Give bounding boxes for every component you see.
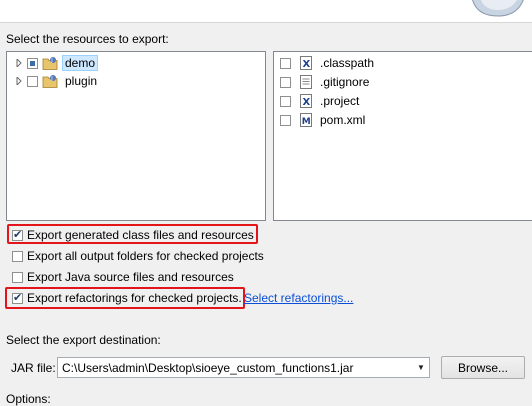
- file-checkbox[interactable]: [280, 76, 291, 88]
- export-source-checkbox[interactable]: [12, 271, 23, 283]
- export-class-files-option[interactable]: Export generated class files and resourc…: [12, 227, 254, 243]
- expand-arrow-icon[interactable]: [15, 59, 23, 67]
- list-item[interactable]: .gitignore: [280, 73, 372, 91]
- tree-item-plugin[interactable]: J plugin: [15, 72, 100, 90]
- svg-text:M: M: [302, 117, 311, 127]
- project-tree[interactable]: J demo J plugin: [6, 51, 266, 221]
- option-label: Export generated class files and resourc…: [27, 228, 254, 242]
- file-checkbox[interactable]: [280, 57, 291, 69]
- java-project-icon: J: [42, 75, 58, 88]
- browse-button-label: Browse...: [457, 360, 508, 375]
- export-source-option[interactable]: Export Java source files and resources: [12, 269, 234, 285]
- jar-path-value: C:\Users\admin\Desktop\sioeye_custom_fun…: [62, 360, 354, 375]
- text-file-icon: [300, 75, 312, 89]
- file-checkbox[interactable]: [280, 95, 291, 107]
- maven-pom-icon: M: [300, 113, 312, 127]
- option-label: Export all output folders for checked pr…: [27, 249, 264, 263]
- tree-item-label: demo: [62, 55, 99, 71]
- list-item[interactable]: X .classpath: [280, 54, 377, 72]
- svg-text:J: J: [50, 76, 52, 82]
- tree-item-label: plugin: [65, 74, 98, 88]
- export-refactorings-checkbox[interactable]: [12, 291, 23, 304]
- svg-text:X: X: [303, 97, 311, 108]
- file-label: .gitignore: [320, 75, 370, 89]
- jar-file-label: JAR file:: [11, 361, 56, 375]
- export-output-folders-option[interactable]: Export all output folders for checked pr…: [12, 248, 264, 264]
- select-refactorings-link[interactable]: Select refactorings...: [244, 291, 353, 305]
- java-project-icon: J: [42, 57, 58, 70]
- options-heading: Options:: [6, 392, 51, 406]
- svg-text:X: X: [303, 59, 311, 70]
- xml-file-icon: X: [300, 56, 312, 70]
- dropdown-arrow-icon[interactable]: ▼: [413, 363, 429, 372]
- wizard-banner-icon: [472, 0, 524, 17]
- file-label: .project: [320, 94, 360, 108]
- option-label: Export refactorings for checked projects…: [27, 291, 242, 305]
- tree-checkbox-demo[interactable]: [27, 57, 38, 69]
- file-label: pom.xml: [320, 113, 366, 127]
- wizard-header-band: [0, 0, 532, 22]
- destination-label: Select the export destination:: [6, 333, 161, 347]
- file-checkbox[interactable]: [280, 114, 291, 126]
- list-item[interactable]: M pom.xml: [280, 111, 368, 129]
- list-item[interactable]: X .project: [280, 92, 362, 110]
- header-divider: [0, 22, 532, 23]
- resources-label: Select the resources to export:: [6, 32, 169, 46]
- file-label: .classpath: [320, 56, 375, 70]
- tree-item-demo[interactable]: J demo: [15, 54, 99, 72]
- tree-checkbox-plugin[interactable]: [27, 75, 38, 87]
- option-label: Export Java source files and resources: [27, 270, 234, 284]
- export-output-folders-checkbox[interactable]: [12, 250, 23, 262]
- browse-button[interactable]: Browse...: [441, 356, 525, 379]
- xml-file-icon: X: [300, 94, 312, 108]
- file-list[interactable]: X .classpath .gitignore X .project M pom…: [273, 51, 532, 221]
- export-class-files-checkbox[interactable]: [12, 228, 23, 241]
- export-refactorings-option[interactable]: Export refactorings for checked projects…: [12, 290, 242, 306]
- jar-path-combo[interactable]: C:\Users\admin\Desktop\sioeye_custom_fun…: [57, 357, 430, 378]
- expand-arrow-icon[interactable]: [15, 77, 23, 85]
- svg-text:J: J: [50, 58, 52, 64]
